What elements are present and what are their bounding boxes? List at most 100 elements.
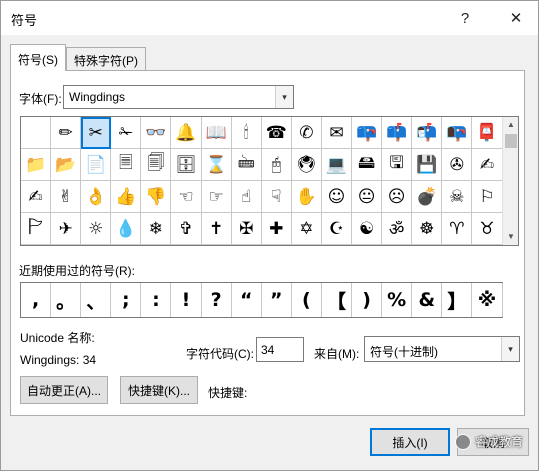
from-select-value: 符号(十进制)	[370, 345, 438, 359]
symbol-cell[interactable]: 📁	[21, 149, 52, 181]
symbol-cell[interactable]: 📬	[412, 117, 443, 149]
close-button[interactable]: ✕	[503, 5, 529, 31]
recent-symbol-cell[interactable]: 【	[322, 283, 353, 317]
symbol-cell[interactable]: 👎	[141, 181, 172, 213]
recent-symbol-cell[interactable]: 、	[81, 283, 112, 317]
symbol-cell[interactable]: 💻	[321, 149, 353, 181]
symbol-cell[interactable]: 📂	[51, 149, 82, 181]
symbol-cell[interactable]: ☜	[171, 181, 202, 213]
symbol-cell[interactable]: 📭	[442, 117, 473, 149]
symbol-cell[interactable]: 👍	[111, 181, 142, 213]
shortcut-key-button[interactable]: 快捷键(K)...	[120, 376, 198, 404]
chevron-down-icon[interactable]: ▾	[275, 86, 293, 108]
symbol-cell[interactable]: 🕯	[231, 117, 262, 149]
symbols-panel: 字体(F): Wingdings ▾ ✏ ✂ ✁ 👓 🔔 📖 🕯 ☎ ✆ ✉ 📪 📫 📬 📭 📮 📁 📂 📄 🗏 🗐 🗄…	[10, 70, 525, 416]
insert-button[interactable]: 插入(I)	[370, 428, 450, 456]
symbol-cell[interactable]: ॐ	[382, 213, 413, 245]
symbol-cell[interactable]: ⚐	[472, 181, 503, 213]
recent-symbol-cell[interactable]: ?	[202, 283, 232, 317]
tab-special-characters[interactable]: 特殊字符(P)	[66, 47, 146, 70]
char-code-input[interactable]: 34	[256, 337, 304, 362]
symbol-cell[interactable]: ☹	[382, 181, 413, 213]
symbol-cell[interactable]: ☺	[321, 181, 353, 213]
symbol-cell[interactable]: 📪	[352, 117, 383, 149]
symbol-cell[interactable]	[21, 117, 52, 149]
recent-symbol-cell[interactable]: ”	[262, 283, 292, 317]
symbol-cell[interactable]: 🗐	[141, 149, 172, 181]
scroll-up-icon[interactable]: ▲	[503, 117, 519, 133]
symbol-cell[interactable]: ☼	[81, 213, 112, 245]
symbol-cell[interactable]: ✝	[201, 213, 232, 245]
symbol-cell[interactable]: 🏱	[21, 213, 52, 245]
symbol-cell[interactable]: ✁	[111, 117, 142, 149]
symbol-cell[interactable]: 📮	[472, 117, 503, 149]
recent-symbol-cell[interactable]: 。	[51, 283, 82, 317]
symbol-cell[interactable]: ✡	[291, 213, 322, 245]
symbol-cell[interactable]: ✠	[231, 213, 262, 245]
symbol-cell[interactable]: ✉	[321, 117, 353, 149]
recent-symbol-cell[interactable]: (	[292, 283, 322, 317]
symbol-cell[interactable]: 🖮	[231, 149, 262, 181]
symbol-cell[interactable]: 💧	[111, 213, 142, 245]
symbol-cell[interactable]: ☪	[321, 213, 353, 245]
chevron-down-icon[interactable]: ▾	[501, 337, 519, 361]
symbol-cell[interactable]: ☯	[352, 213, 383, 245]
symbol-cell[interactable]: 👌	[81, 181, 112, 213]
recent-symbol-cell[interactable]: %	[382, 283, 413, 317]
recent-symbol-cell[interactable]: ;	[111, 283, 142, 317]
symbol-cell[interactable]: ♉	[472, 213, 503, 245]
symbol-cell[interactable]: ☎	[261, 117, 292, 149]
symbol-cell[interactable]: 🖴	[352, 149, 383, 181]
symbol-cell[interactable]: ✚	[261, 213, 292, 245]
recent-symbol-cell[interactable]: &	[412, 283, 443, 317]
symbol-cell[interactable]: 💾	[412, 149, 443, 181]
symbol-cell[interactable]: ✏	[51, 117, 82, 149]
dialog-title: 符号	[11, 13, 38, 28]
autocorrect-button[interactable]: 自动更正(A)...	[20, 376, 108, 404]
symbol-cell[interactable]: ✇	[442, 149, 473, 181]
font-select[interactable]: Wingdings ▾	[63, 85, 294, 109]
symbol-cell[interactable]: ☟	[261, 181, 292, 213]
recent-symbol-cell[interactable]: )	[352, 283, 383, 317]
symbol-cell[interactable]: 👓	[141, 117, 172, 149]
symbol-cell[interactable]: ✌	[51, 181, 82, 213]
from-select[interactable]: 符号(十进制) ▾	[364, 336, 520, 362]
symbol-cell[interactable]: 🔔	[171, 117, 202, 149]
symbol-cell[interactable]: ✈	[51, 213, 82, 245]
symbol-cell[interactable]: 😐	[352, 181, 383, 213]
symbol-cell[interactable]: 📫	[382, 117, 413, 149]
symbol-cell[interactable]: 🗏	[111, 149, 142, 181]
recent-symbol-cell[interactable]: !	[171, 283, 202, 317]
symbol-cell[interactable]: 🖫	[382, 149, 413, 181]
recent-symbol-cell[interactable]: :	[141, 283, 172, 317]
recent-symbol-cell[interactable]: ※	[472, 283, 503, 317]
scrollbar-thumb[interactable]	[505, 134, 517, 148]
recent-symbol-cell[interactable]: “	[232, 283, 262, 317]
symbol-cell[interactable]: ✍	[472, 149, 503, 181]
symbol-cell[interactable]: ✍	[21, 181, 52, 213]
help-button[interactable]: ?	[452, 5, 478, 31]
symbol-cell[interactable]: ❄	[141, 213, 172, 245]
recent-symbol-cell[interactable]: ,	[21, 283, 52, 317]
symbol-cell[interactable]: 🖲	[291, 149, 322, 181]
symbol-cell[interactable]: 📄	[81, 149, 112, 181]
symbol-cell[interactable]: ✋	[291, 181, 322, 213]
symbol-cell[interactable]: ✞	[171, 213, 202, 245]
symbol-cell[interactable]: ☞	[201, 181, 232, 213]
symbol-cell[interactable]: 🗄	[171, 149, 202, 181]
symbol-cell[interactable]: ♈	[442, 213, 473, 245]
symbol-cell[interactable]: ⌛	[201, 149, 232, 181]
symbol-cell[interactable]: ✂	[81, 117, 112, 149]
symbol-cell[interactable]: ☸	[412, 213, 443, 245]
symbol-cell[interactable]: ✆	[291, 117, 322, 149]
symbol-cell[interactable]: ☠	[442, 181, 473, 213]
scroll-down-icon[interactable]: ▼	[503, 229, 519, 245]
tab-symbols[interactable]: 符号(S)	[10, 44, 66, 71]
recent-symbol-cell[interactable]: 】	[442, 283, 473, 317]
watermark-logo-icon	[455, 433, 471, 450]
symbol-grid-scrollbar[interactable]: ▲ ▼	[502, 117, 518, 245]
symbol-cell[interactable]: ☝	[231, 181, 262, 213]
symbol-cell[interactable]: 📖	[201, 117, 232, 149]
symbol-cell[interactable]: 🖰	[261, 149, 292, 181]
symbol-cell[interactable]: 💣	[412, 181, 443, 213]
